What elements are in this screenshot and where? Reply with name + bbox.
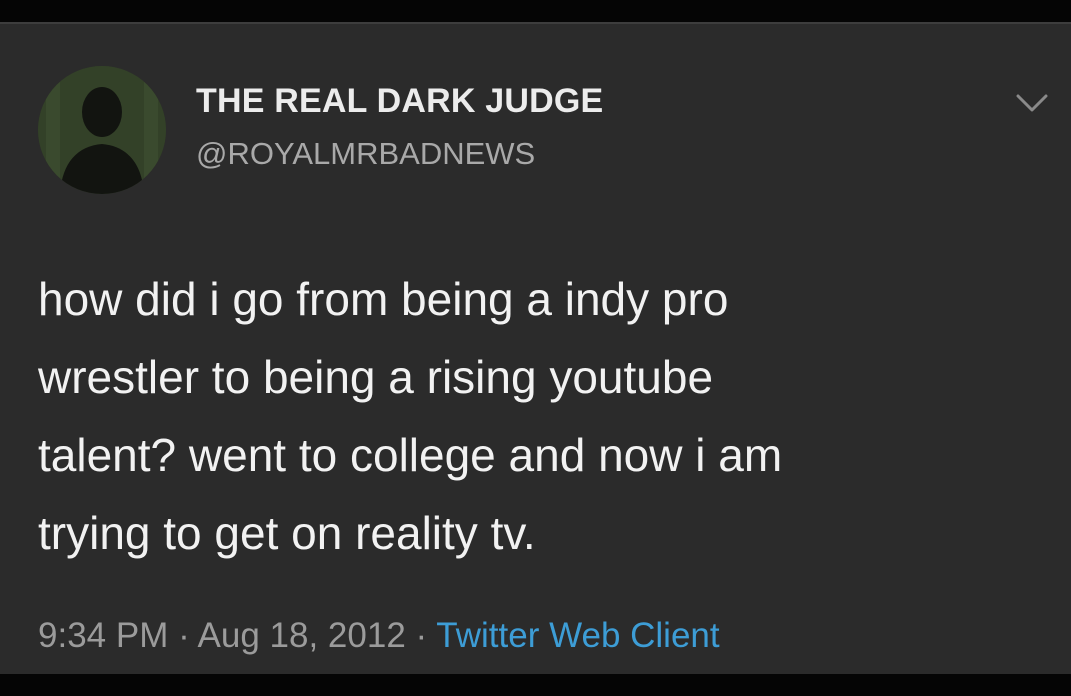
silhouette-avatar-icon	[38, 66, 166, 194]
chevron-down-icon[interactable]	[1012, 82, 1052, 122]
bottom-frame-bar	[0, 674, 1071, 696]
tweet-text: how did i go from being a indy pro wrest…	[38, 273, 783, 559]
tweet-card: THE REAL DARK JUDGE @ROYALMRBADNEWS how …	[0, 22, 1071, 674]
avatar[interactable]	[38, 66, 166, 194]
tweet-time[interactable]: 9:34 PM	[38, 616, 168, 655]
top-frame-bar	[0, 0, 1071, 22]
meta-separator: ·	[178, 616, 190, 655]
author-display-name[interactable]: THE REAL DARK JUDGE	[196, 82, 603, 121]
tweet-source-link[interactable]: Twitter Web Client	[436, 616, 719, 655]
author-handle[interactable]: @ROYALMRBADNEWS	[196, 136, 535, 172]
meta-separator: ·	[415, 616, 428, 655]
tweet-date[interactable]: Aug 18, 2012	[198, 616, 406, 655]
tweet-meta: 9:34 PM · Aug 18, 2012 · Twitter Web Cli…	[38, 616, 720, 656]
